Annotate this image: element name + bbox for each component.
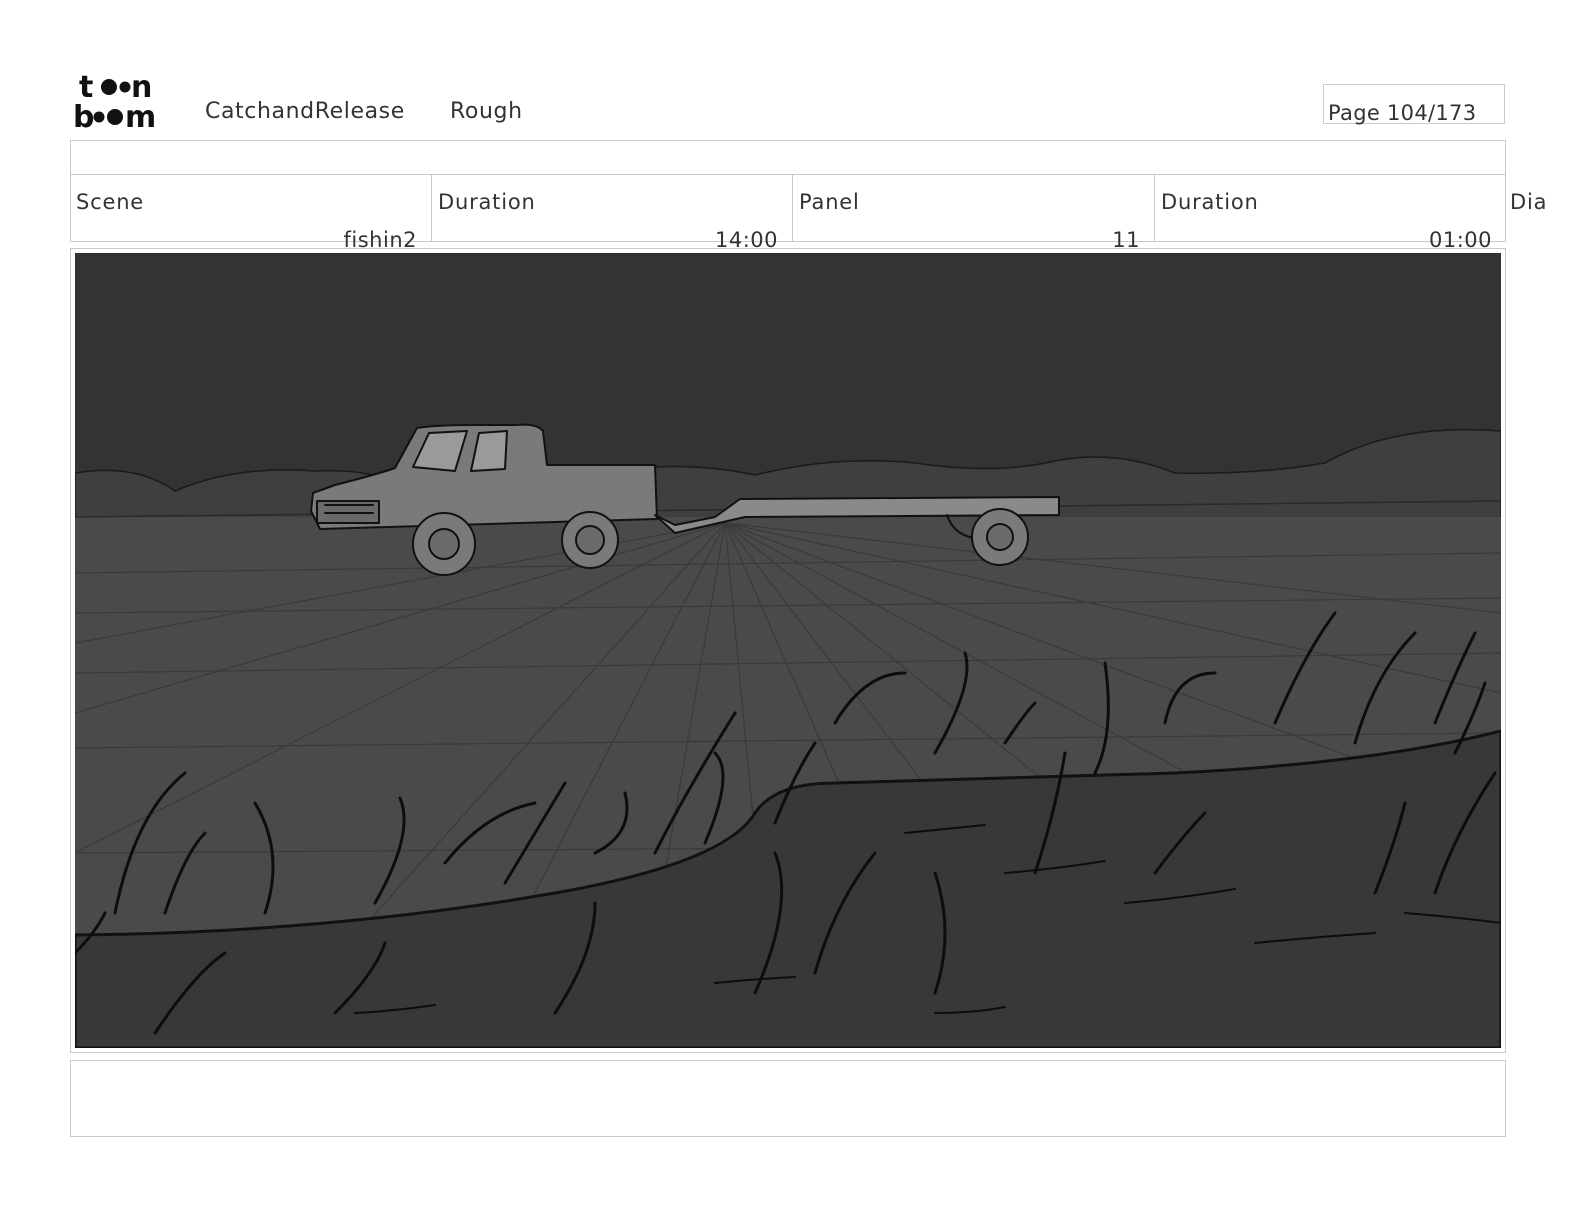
panel-cell: Panel 11 bbox=[793, 174, 1155, 252]
panel-label: Panel bbox=[799, 190, 860, 214]
title-bar bbox=[70, 140, 1506, 175]
panel-duration-label: Duration bbox=[1161, 190, 1259, 214]
toonboom-logo: t n b m bbox=[73, 70, 156, 132]
notes-box bbox=[70, 1060, 1506, 1137]
project-name: CatchandRelease bbox=[205, 99, 405, 124]
storyboard-panel-image bbox=[75, 253, 1501, 1048]
stage-name: Rough bbox=[450, 99, 523, 124]
svg-text:m: m bbox=[125, 100, 156, 132]
panel-duration-cell: Duration 01:00 bbox=[1155, 174, 1506, 252]
svg-text:b: b bbox=[73, 100, 94, 132]
scene-duration-label: Duration bbox=[438, 190, 536, 214]
page-number: Page 104/173 bbox=[1328, 101, 1477, 125]
scene-cell: Scene fishin2 bbox=[70, 174, 432, 252]
dialogue-label: Dia bbox=[1510, 190, 1548, 214]
scene-label: Scene bbox=[76, 190, 145, 214]
scene-duration-cell: Duration 14:00 bbox=[432, 174, 793, 252]
